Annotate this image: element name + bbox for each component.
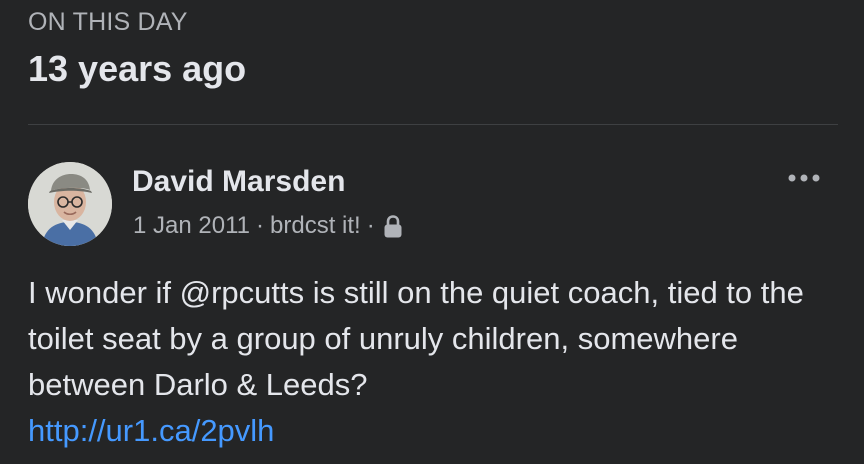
post-header: David Marsden 1 Jan 2011 · brdcst it! · <box>28 162 838 250</box>
on-this-day-label: ON THIS DAY <box>28 8 188 36</box>
section-divider <box>28 124 838 125</box>
more-options-icon[interactable] <box>786 168 822 188</box>
author-avatar[interactable] <box>28 162 112 246</box>
lock-icon <box>382 214 404 240</box>
post-date[interactable]: 1 Jan 2011 <box>133 210 250 242</box>
post-meta: 1 Jan 2011 · brdcst it! · <box>133 210 404 242</box>
years-ago-title: 13 years ago <box>28 48 247 89</box>
post-message: I wonder if @rpcutts is still on the qui… <box>28 275 804 402</box>
meta-separator: · <box>256 212 264 239</box>
post-author-name[interactable]: David Marsden <box>132 164 345 200</box>
memory-header: ON THIS DAY 13 years ago <box>28 6 838 90</box>
post-link[interactable]: http://ur1.ca/2pvlh <box>28 408 274 454</box>
meta-separator: · <box>366 212 375 239</box>
post-source: brdcst it! <box>270 212 361 239</box>
post-body: I wonder if @rpcutts is still on the qui… <box>28 270 838 454</box>
